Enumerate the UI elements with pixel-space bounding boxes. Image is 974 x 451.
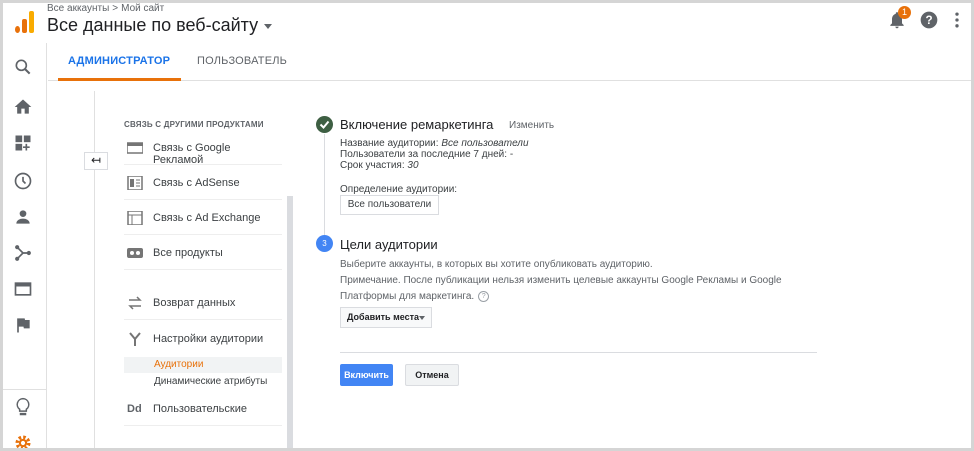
chevron-down-icon <box>419 316 425 320</box>
breadcrumb-site[interactable]: Мой сайт <box>121 3 164 14</box>
ad-exchange-icon <box>127 211 143 225</box>
dd-icon: Dd <box>127 403 142 415</box>
duration-row: Срок участия: 30 <box>340 161 419 171</box>
add-places-label: Добавить места <box>347 312 420 322</box>
tab-user[interactable]: ПОЛЬЗОВАТЕЛЬ <box>197 55 287 67</box>
dashboard-icon[interactable] <box>13 133 33 153</box>
nav-divider <box>94 91 95 448</box>
nav-item-google-ads[interactable]: Связь с Google Рекламой <box>124 131 282 166</box>
nav-item-adsense[interactable]: Связь с AdSense <box>124 166 282 200</box>
account-title-text: Все данные по веб-сайту <box>47 15 259 35</box>
notification-badge: 1 <box>898 6 911 19</box>
top-header: Все аккаунты > Мой сайт Все данные по веб-… <box>3 3 971 43</box>
nav-subitem-audiences[interactable]: Аудитории <box>124 357 282 373</box>
kebab-menu-icon[interactable] <box>947 10 967 30</box>
nav-item-label: Возврат данных <box>153 297 236 309</box>
audience-name-row: Название аудитории: Все пользователи <box>340 139 529 149</box>
audience-name-value: Все пользователи <box>441 138 529 149</box>
cancel-button[interactable]: Отмена <box>405 364 459 386</box>
nav-item-custom[interactable]: Dd Пользовательские <box>124 392 282 426</box>
help-circle-icon[interactable]: ? <box>478 291 490 302</box>
nav-section-title: СВЯЗЬ С ДРУГИМИ ПРОДУКТАМИ <box>124 120 264 129</box>
audience-definition-box[interactable]: Все пользователи <box>340 195 439 215</box>
settings-gear-icon[interactable] <box>13 433 33 451</box>
nav-item-label: Настройки аудитории <box>153 333 264 345</box>
step-audience-goals-title: Цели аудитории <box>340 237 438 252</box>
account-selector[interactable]: Все данные по веб-сайту <box>47 15 273 36</box>
check-icon <box>319 120 330 129</box>
help-icon[interactable]: ? <box>919 10 939 30</box>
nav-item-label: Связь с Ad Exchange <box>153 212 261 224</box>
fork-icon[interactable] <box>13 243 33 263</box>
nav-subitem-dynamic-attributes[interactable]: Динамические атрибуты <box>124 374 282 390</box>
ads-icon <box>127 142 143 154</box>
audience-fork-icon <box>129 332 141 346</box>
search-icon[interactable] <box>13 57 33 77</box>
admin-tabs: АДМИНИСТРАТОР ПОЛЬЗОВАТЕЛЬ <box>48 43 971 81</box>
analytics-logo-icon[interactable] <box>13 9 35 33</box>
nav-item-data-import[interactable]: Возврат данных <box>124 286 282 320</box>
home-icon[interactable] <box>13 97 33 117</box>
breadcrumb-separator: > <box>112 3 119 14</box>
nav-item-ad-exchange[interactable]: Связь с Ad Exchange <box>124 201 282 235</box>
nav-scrollbar[interactable] <box>287 196 293 448</box>
person-icon[interactable] <box>13 207 33 227</box>
nav-item-label: Связь с AdSense <box>153 177 240 189</box>
users-last-row: Пользователи за последние 7 дней: - <box>340 150 513 160</box>
step-complete-indicator <box>316 116 333 133</box>
link-icon <box>127 248 143 258</box>
rail-divider <box>3 389 47 390</box>
goal-note-text: Платформы для маркетинга. <box>340 291 475 303</box>
goal-note: Примечание. После публикации нельзя изме… <box>340 275 782 286</box>
goal-note-cont: Платформы для маркетинга.? <box>340 291 490 303</box>
users-last-value: - <box>509 149 514 160</box>
goal-description: Выберите аккаунты, в которых вы хотите о… <box>340 259 653 270</box>
tab-admin[interactable]: АДМИНИСТРАТОР <box>68 55 170 67</box>
nav-item-label: Все продукты <box>153 247 223 259</box>
audience-name-label: Название аудитории: <box>340 138 442 149</box>
change-link[interactable]: Изменить <box>509 120 554 131</box>
adsense-icon <box>127 176 143 190</box>
definition-label: Определение аудитории: <box>340 184 458 195</box>
swap-arrows-icon <box>128 296 142 310</box>
enable-button[interactable]: Включить <box>340 364 393 386</box>
flag-icon[interactable] <box>13 315 33 335</box>
nav-item-audience-settings[interactable]: Настройки аудитории <box>124 322 282 356</box>
users-last-label: Пользователи за последние 7 дней: <box>340 149 510 160</box>
left-rail <box>3 43 47 451</box>
nav-item-all-products[interactable]: Все продукты <box>124 236 282 270</box>
step-connector <box>324 134 325 235</box>
active-tab-indicator <box>58 78 181 81</box>
section-divider <box>340 352 817 353</box>
clock-icon[interactable] <box>13 171 33 191</box>
lightbulb-icon[interactable] <box>13 397 33 417</box>
collapse-back-button[interactable]: ↤ <box>84 152 108 170</box>
breadcrumb[interactable]: Все аккаунты > Мой сайт <box>47 3 164 14</box>
window-icon[interactable] <box>13 279 33 299</box>
nav-item-label: Связь с Google Рекламой <box>153 142 231 166</box>
step-number-indicator: 3 <box>316 235 333 252</box>
svg-text:?: ? <box>925 14 932 27</box>
step-remarketing-title: Включение ремаркетинга <box>340 117 494 132</box>
duration-label: Срок участия: <box>340 160 408 171</box>
duration-value: 30 <box>407 160 419 171</box>
caret-down-icon <box>264 23 273 29</box>
breadcrumb-accounts[interactable]: Все аккаунты <box>47 3 109 14</box>
add-places-dropdown[interactable]: Добавить места <box>340 307 432 328</box>
nav-item-label: Пользовательские <box>153 403 247 415</box>
app-window: Все аккаунты > Мой сайт Все данные по веб-… <box>0 0 974 451</box>
